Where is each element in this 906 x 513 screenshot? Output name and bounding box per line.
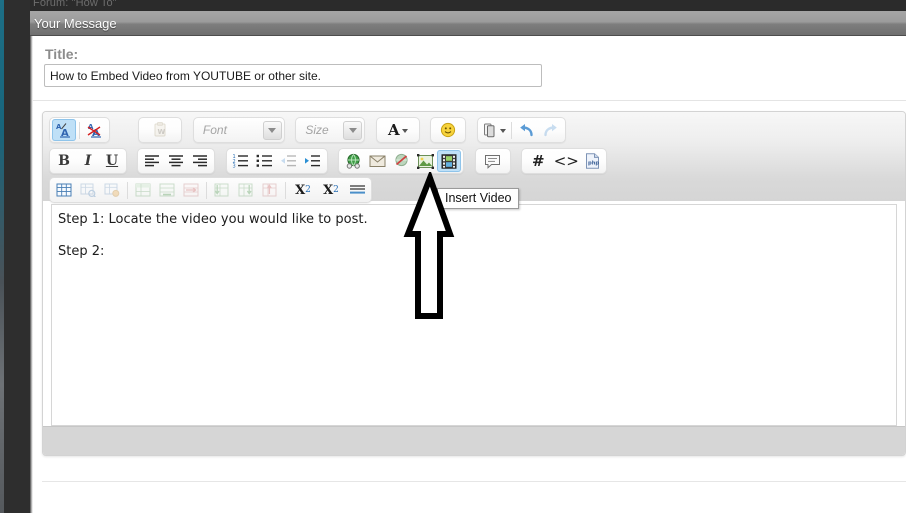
- toolbar-row-1: A A A A W Font Size A: [49, 117, 572, 143]
- toolbar-row-2: B I U 1 2 3 # <> php: [49, 148, 613, 174]
- emoticon-icon[interactable]: [436, 119, 460, 141]
- tooltip-insert-video: Insert Video: [437, 188, 520, 209]
- indent-button[interactable]: [301, 150, 325, 172]
- toolbar-separator: [285, 181, 286, 199]
- subscript-button[interactable]: X2: [289, 179, 317, 201]
- undo-icon[interactable]: [515, 119, 539, 141]
- alignment-group: [137, 148, 216, 174]
- font-family-label: Font: [202, 123, 227, 137]
- text-color-icon[interactable]: A: [384, 119, 412, 141]
- font-family-dropdown[interactable]: Font: [192, 117, 285, 143]
- outdent-button[interactable]: [277, 150, 301, 172]
- redo-icon[interactable]: [539, 119, 563, 141]
- toolbar-row-3: X2 X2: [49, 177, 378, 203]
- text-color-group: A: [375, 117, 420, 143]
- title-label: Title:: [45, 46, 79, 62]
- insert-code-icon[interactable]: <>: [552, 150, 580, 172]
- delete-table-button[interactable]: [100, 179, 124, 201]
- row-after-button[interactable]: [210, 179, 234, 201]
- code-group: # <> php: [521, 148, 608, 174]
- svg-text:W: W: [158, 128, 166, 136]
- list-indent-group: 123: [225, 148, 328, 174]
- title-input[interactable]: [44, 64, 542, 87]
- editor-line-2: Step 2:: [58, 244, 105, 259]
- svg-text:php: php: [588, 161, 599, 167]
- text-style-group: B I U: [49, 148, 127, 174]
- panel-header-bar: [30, 11, 906, 36]
- spellcheck-group: A A A A: [49, 117, 110, 143]
- insert-image-icon[interactable]: [413, 150, 437, 172]
- form-content: Title: A A: [33, 37, 906, 513]
- paste-group: W: [138, 117, 183, 143]
- insert-email-icon[interactable]: [365, 150, 389, 172]
- attachment-icon[interactable]: [480, 119, 508, 141]
- insert-row-button[interactable]: [131, 179, 155, 201]
- editor-line-1: Step 1: Locate the video you would like …: [58, 212, 368, 227]
- split-cell-button[interactable]: [179, 179, 203, 201]
- delete-column-button[interactable]: [258, 179, 282, 201]
- editor-status-bar: [43, 426, 905, 455]
- horizontal-rule-button[interactable]: [345, 179, 369, 201]
- paste-from-word-icon[interactable]: W: [148, 119, 172, 141]
- ordered-list-button[interactable]: 123: [229, 150, 253, 172]
- insert-video-icon[interactable]: [437, 150, 462, 172]
- align-right-button[interactable]: [188, 150, 212, 172]
- chevron-down-icon[interactable]: [343, 120, 363, 140]
- unordered-list-button[interactable]: [253, 150, 277, 172]
- font-size-dropdown[interactable]: Size: [295, 117, 366, 143]
- merge-cells-button[interactable]: [155, 179, 179, 201]
- section-divider: [33, 100, 906, 101]
- insert-link-icon[interactable]: [341, 150, 365, 172]
- bold-button[interactable]: B: [52, 150, 76, 172]
- spellcheck-off-icon[interactable]: A A: [83, 119, 107, 141]
- emoticon-group: [430, 117, 467, 143]
- chevron-down-icon[interactable]: [262, 120, 282, 140]
- superscript-button[interactable]: X2: [317, 179, 345, 201]
- quote-group: [474, 148, 511, 174]
- insert-quote-icon[interactable]: [481, 150, 505, 172]
- italic-button[interactable]: I: [76, 150, 100, 172]
- toolbar-separator: [206, 181, 207, 199]
- toolbar-separator: [79, 121, 80, 139]
- screenshot-root: Forum: "How To" Your Message Title: A A: [0, 0, 906, 513]
- bottom-divider: [42, 481, 906, 482]
- underline-button[interactable]: U: [100, 150, 124, 172]
- table-tools-group: X2 X2: [49, 177, 372, 203]
- toolbar-separator: [127, 181, 128, 199]
- align-left-button[interactable]: [140, 150, 164, 172]
- insert-table-button[interactable]: [52, 179, 76, 201]
- insert-hash-icon[interactable]: #: [524, 150, 552, 172]
- rich-text-editor: A A A A W Font Size A B I U 1 2 3 # <> p…: [42, 111, 906, 456]
- top-chrome-bar: [30, 0, 906, 11]
- toolbar-separator: [510, 121, 512, 139]
- insert-media-group: [338, 148, 465, 174]
- insert-php-icon[interactable]: php: [580, 150, 604, 172]
- column-after-button[interactable]: [234, 179, 258, 201]
- remove-link-icon[interactable]: [389, 150, 413, 172]
- table-properties-button[interactable]: [76, 179, 100, 201]
- page-title: Your Message: [34, 16, 117, 31]
- breadcrumb: Forum: "How To": [33, 0, 117, 9]
- browser-left-chrome: [4, 0, 30, 513]
- attachment-undo-group: [476, 117, 566, 143]
- font-size-label: Size: [305, 123, 329, 137]
- svg-text:3: 3: [233, 163, 236, 168]
- align-center-button[interactable]: [164, 150, 188, 172]
- spellcheck-toggle-icon[interactable]: A A: [52, 119, 76, 141]
- message-editing-area[interactable]: Step 1: Locate the video you would like …: [51, 204, 897, 426]
